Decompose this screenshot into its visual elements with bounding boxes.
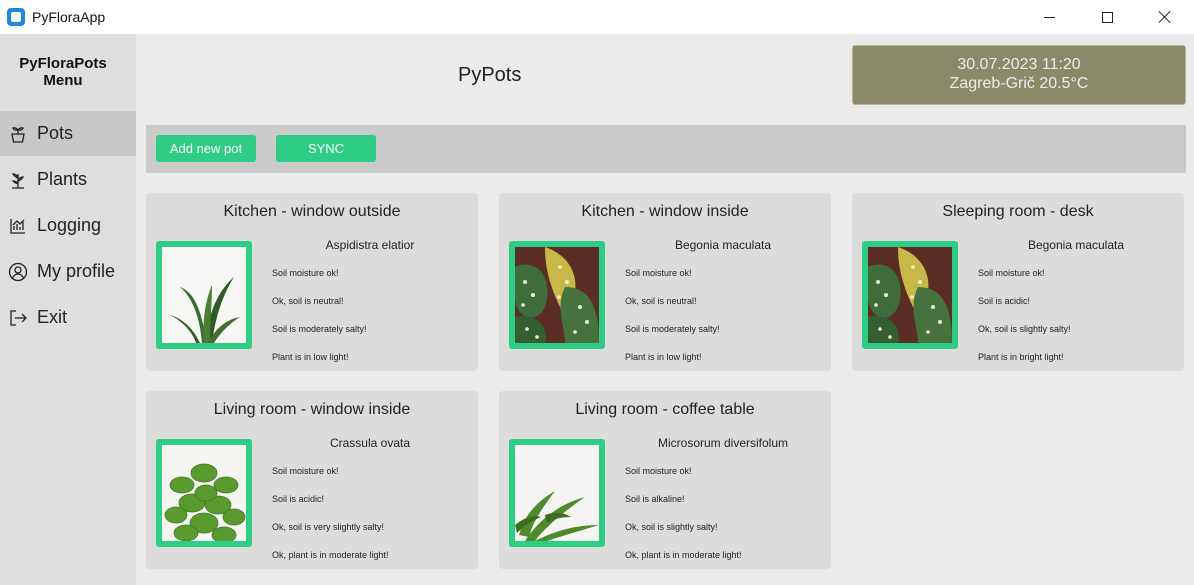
page-title: PyPots — [458, 64, 522, 86]
sidebar-item-pots[interactable]: Pots — [0, 111, 136, 156]
pot-title: Kitchen - window inside — [581, 203, 749, 220]
pot-card[interactable]: Living room - coffee table Microsorum di… — [499, 391, 831, 569]
moisture-status: Soil moisture ok! — [625, 466, 692, 476]
plant-image-frame — [862, 241, 958, 349]
pot-title: Living room - coffee table — [575, 401, 755, 418]
weather-text: Zagreb-Grič 20.5°C — [949, 75, 1089, 92]
minimize-icon — [1043, 16, 1055, 18]
plant-image-frame — [509, 241, 605, 349]
salinity-status: Soil is moderately salty! — [272, 324, 367, 334]
plant-image-frame — [509, 439, 605, 547]
moisture-status: Soil moisture ok! — [272, 268, 339, 278]
plant-name: Crassula ovata — [329, 436, 411, 450]
sidebar-item-plants[interactable]: Plants — [0, 157, 136, 202]
light-status: Ok, plant is in moderate light! — [625, 550, 742, 560]
title-bar: PyFloraApp — [0, 0, 1194, 34]
sidebar-item-logging[interactable]: Logging — [0, 203, 136, 248]
light-status: Plant is in low light! — [625, 352, 702, 362]
pot-icon — [8, 124, 28, 144]
pot-title: Sleeping room - desk — [942, 203, 1094, 220]
plant-icon — [8, 170, 28, 190]
plant-image-frame — [156, 241, 252, 349]
plant-name: Begonia maculata — [1027, 238, 1125, 252]
sidebar-item-my-profile[interactable]: My profile — [0, 249, 136, 294]
close-button[interactable] — [1136, 0, 1194, 34]
moisture-status: Soil moisture ok! — [978, 268, 1045, 278]
toolbar: Add new pot SYNC — [146, 125, 1186, 173]
salinity-status: Ok, soil is slightly salty! — [978, 324, 1071, 334]
plant-image — [162, 445, 246, 541]
pot-card[interactable]: Kitchen - window outside Aspidistra elat… — [146, 193, 478, 371]
light-status: Plant is in bright light! — [978, 352, 1064, 362]
ph-status: Soil is acidic! — [272, 494, 325, 504]
pot-card[interactable]: Sleeping room - desk Begonia maculata So… — [852, 193, 1184, 371]
plant-image — [868, 247, 952, 343]
datetime-text: 30.07.2023 11:20 — [957, 56, 1081, 73]
ph-status: Ok, soil is neutral! — [625, 296, 697, 306]
sidebar-item-label: Pots — [37, 123, 74, 143]
pot-card[interactable]: Living room - window inside Crassula ova… — [146, 391, 478, 569]
sidebar-item-label: Exit — [37, 307, 68, 327]
pot-title: Kitchen - window outside — [223, 203, 401, 220]
weather-widget: 30.07.2023 11:20 Zagreb-Grič 20.5°C — [852, 45, 1186, 105]
ph-status: Ok, soil is neutral! — [272, 296, 344, 306]
light-status: Ok, plant is in moderate light! — [272, 550, 389, 560]
sidebar-item-label: My profile — [37, 261, 116, 281]
light-status: Plant is in low light! — [272, 352, 349, 362]
minimize-button[interactable] — [1020, 0, 1078, 34]
pot-card[interactable]: Kitchen - window inside Begonia maculata… — [499, 193, 831, 371]
app-icon — [7, 8, 25, 26]
pot-title: Living room - window inside — [213, 401, 411, 418]
sidebar: PyFloraPots Menu Pots Plants Logging My … — [0, 34, 136, 585]
salinity-status: Ok, soil is very slightly salty! — [272, 522, 385, 532]
salinity-status: Ok, soil is slightly salty! — [625, 522, 718, 532]
maximize-button[interactable] — [1078, 0, 1136, 34]
plant-image-frame — [156, 439, 252, 547]
ph-status: Soil is alkaline! — [625, 494, 685, 504]
ph-status: Soil is acidic! — [978, 296, 1031, 306]
add-new-pot-button[interactable]: Add new pot — [156, 135, 256, 162]
plant-name: Begonia maculata — [674, 238, 772, 252]
chart-icon — [8, 216, 28, 236]
exit-icon — [8, 308, 28, 328]
plant-name: Microsorum diversifolum — [657, 436, 789, 450]
plant-image — [162, 247, 246, 343]
sidebar-item-exit[interactable]: Exit — [0, 295, 136, 340]
salinity-status: Soil is moderately salty! — [625, 324, 720, 334]
maximize-icon — [1101, 11, 1113, 23]
plant-image — [515, 247, 599, 343]
moisture-status: Soil moisture ok! — [625, 268, 692, 278]
plant-image — [515, 445, 599, 541]
sidebar-item-label: Logging — [37, 215, 102, 235]
close-icon — [1158, 10, 1172, 24]
window-title: PyFloraApp — [32, 9, 106, 25]
sidebar-title: PyFloraPots Menu — [19, 55, 107, 89]
moisture-status: Soil moisture ok! — [272, 466, 339, 476]
plant-name: Aspidistra elatior — [325, 238, 415, 252]
sync-button[interactable]: SYNC — [276, 135, 376, 162]
user-icon — [8, 262, 28, 282]
sidebar-item-label: Plants — [37, 169, 88, 189]
